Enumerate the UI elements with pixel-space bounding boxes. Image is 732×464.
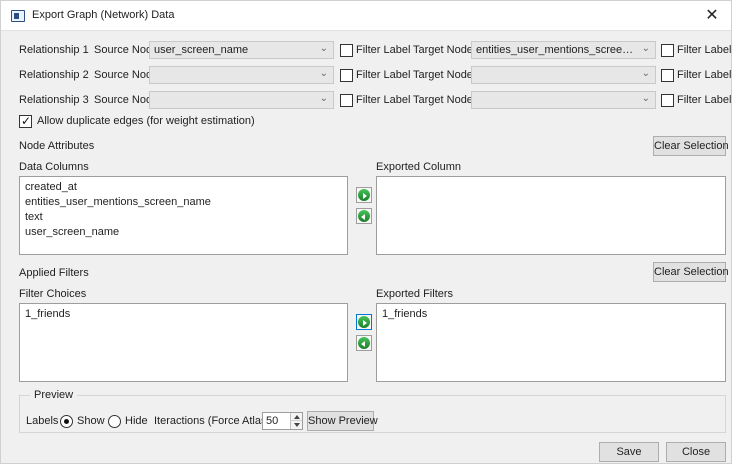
save-button[interactable]: Save [599,442,659,462]
arrow-left-circle-icon [358,210,370,222]
relationship-1-filter-label: Filter Label [356,44,411,56]
app-window-icon [11,10,25,22]
data-columns-list[interactable]: created_at entities_user_mentions_screen… [19,176,348,255]
relationship-3-target-label: Target Node [413,94,473,106]
iterations-label: Iteractions (Force Atlas) [154,415,271,427]
chevron-down-icon: ⌄ [641,93,650,104]
relationship-3-filter-label: Filter Label [356,94,411,106]
relationship-1-target-value: entities_user_mentions_screen_name [476,44,637,56]
relationship-1-target-label: Target Node [413,44,473,56]
relationship-2-target-filter-label: Filter Label [677,69,732,81]
move-left-button[interactable] [356,208,372,224]
relationship-2-target-select[interactable]: ⌄ [471,66,656,84]
relationship-3-filter-checkbox[interactable] [340,94,353,107]
relationship-1-filter-checkbox[interactable] [340,44,353,57]
list-item[interactable]: created_at [25,181,77,193]
exported-filters-list[interactable]: 1_friends [376,303,726,382]
relationship-3-target-filter-checkbox[interactable] [661,94,674,107]
iterations-value: 50 [266,415,279,427]
export-graph-dialog: Export Graph (Network) Data ✕ Relationsh… [0,0,732,464]
arrow-right-circle-icon [358,189,370,201]
show-preview-button[interactable]: Show Preview [307,411,378,431]
window-title: Export Graph (Network) Data [32,9,175,21]
labels-hide-text: Hide [125,415,148,427]
labels-show-text: Show [77,415,105,427]
arrow-right-circle-icon [358,316,370,328]
relationship-1-source-select[interactable]: user_screen_name ⌄ [149,41,334,59]
filter-choices-label: Filter Choices [19,288,87,300]
relationship-3-source-select[interactable]: ⌄ [149,91,334,109]
list-item[interactable]: text [25,211,43,223]
relationship-1-label: Relationship 1 [19,44,89,56]
allow-duplicates-label: Allow duplicate edges (for weight estima… [37,115,255,127]
close-icon[interactable]: ✕ [703,7,721,25]
clear-selection-button[interactable]: Clear Selection [653,262,729,282]
relationship-3-target-filter-label: Filter Label [677,94,732,106]
move-left-filter-button[interactable] [356,335,372,351]
spin-up-icon[interactable] [290,413,302,421]
chevron-down-icon: ⌄ [319,43,328,54]
list-item[interactable]: 1_friends [25,308,70,320]
list-item[interactable]: entities_user_mentions_screen_name [25,196,211,208]
exported-column-label: Exported Column [376,161,461,173]
labels-label: Labels [26,415,59,427]
relationship-1-target-select[interactable]: entities_user_mentions_screen_name ⌄ [471,41,656,59]
relationship-2-target-label: Target Node [413,69,473,81]
clear-selection-button[interactable]: Clear Selection [653,136,729,156]
relationship-1-source-value: user_screen_name [154,44,249,56]
relationship-2-filter-checkbox[interactable] [340,69,353,82]
labels-show-radio[interactable] [60,415,73,428]
list-item[interactable]: 1_friends [382,308,427,320]
data-columns-label: Data Columns [19,161,89,173]
relationship-3-label: Relationship 3 [19,94,89,106]
relationship-2-filter-label: Filter Label [356,69,411,81]
allow-duplicates-checkbox[interactable] [19,114,32,128]
close-button[interactable]: Close [666,442,726,462]
relationship-2-label: Relationship 2 [19,69,89,81]
title-bar: Export Graph (Network) Data ✕ [1,1,731,31]
filter-choices-list[interactable]: 1_friends [19,303,348,382]
relationship-2-target-filter-checkbox[interactable] [661,69,674,82]
applied-filters-title: Applied Filters [19,267,89,279]
chevron-down-icon: ⌄ [641,43,650,54]
node-attributes-title: Node Attributes [19,140,95,152]
relationship-2-source-select[interactable]: ⌄ [149,66,334,84]
chevron-down-icon: ⌄ [641,68,650,79]
relationship-1-target-filter-label: Filter Label [677,44,732,56]
list-item[interactable]: user_screen_name [25,226,119,238]
exported-filters-label: Exported Filters [376,288,454,300]
move-right-button[interactable] [356,187,372,203]
relationship-1-target-filter-checkbox[interactable] [661,44,674,57]
iterations-spinbox[interactable]: 50 [262,412,303,430]
chevron-down-icon: ⌄ [319,68,328,79]
move-right-filter-button[interactable] [356,314,372,330]
preview-legend: Preview [30,389,78,401]
exported-columns-list[interactable] [376,176,726,255]
chevron-down-icon: ⌄ [319,93,328,104]
arrow-left-circle-icon [358,337,370,349]
relationship-3-target-select[interactable]: ⌄ [471,91,656,109]
spin-down-icon[interactable] [290,421,302,429]
labels-hide-radio[interactable] [108,415,121,428]
